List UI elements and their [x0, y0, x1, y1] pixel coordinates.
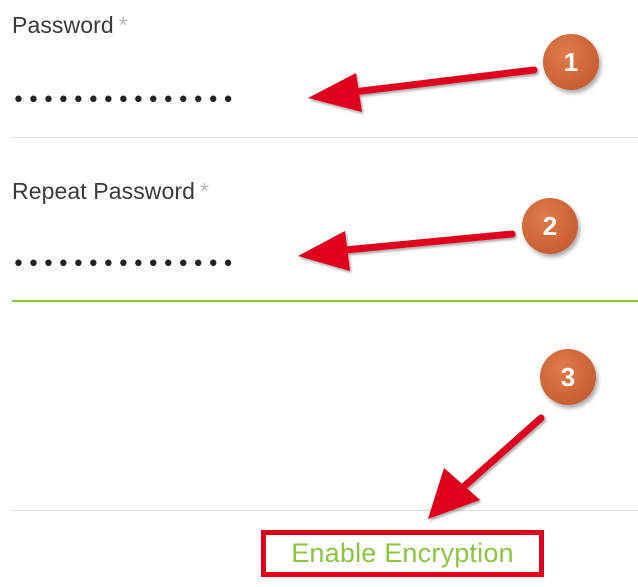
- password-underline: [12, 137, 638, 138]
- password-label-text: Password: [12, 12, 114, 38]
- password-input[interactable]: [12, 80, 532, 120]
- password-label: Password *: [12, 12, 128, 39]
- repeat-password-underline-focused: [12, 300, 638, 302]
- step-marker-3: 3: [540, 349, 596, 405]
- step-marker-1: 1: [543, 34, 599, 90]
- repeat-password-label: Repeat Password *: [12, 178, 209, 205]
- enable-encryption-link[interactable]: Enable Encryption: [261, 530, 544, 577]
- step-marker-2: 2: [522, 198, 578, 254]
- arrow-3: [428, 414, 545, 519]
- section-divider: [12, 510, 638, 511]
- required-asterisk: *: [200, 178, 210, 204]
- required-asterisk: *: [118, 12, 128, 38]
- repeat-password-input[interactable]: [12, 244, 532, 284]
- repeat-password-label-text: Repeat Password: [12, 178, 196, 204]
